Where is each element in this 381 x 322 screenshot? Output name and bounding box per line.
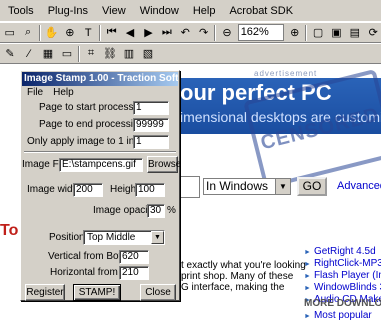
position-select[interactable]: Top Middle ▼	[83, 230, 165, 245]
image-stamp-dialog: Image Stamp 1.00 - Traction Software Fil…	[20, 70, 181, 301]
print-icon[interactable]: ▭	[2, 25, 17, 41]
download-link[interactable]: GetRight 4.5d	[304, 246, 381, 258]
main-toolbar: ▭ ⌕ ✋ ⊕ T ⏮ ◀ ▶ ⏭ ↶ ↷ ⊖ 162% ⊕ ▢ ▣ ▤ ⟳	[0, 22, 381, 43]
crop-tool-icon[interactable]: ⌗	[83, 46, 99, 62]
position-label: Position:	[49, 232, 88, 243]
more-downloads-heading: MORE DOWNLOA	[304, 298, 381, 309]
zoom-out-icon[interactable]: ⊖	[219, 25, 234, 41]
last-page-icon[interactable]: ⏭	[159, 25, 174, 41]
close-button[interactable]: Close	[140, 284, 176, 301]
position-select-value: Top Middle	[87, 232, 136, 243]
zoom-level-field[interactable]: 162%	[237, 24, 285, 41]
nth-input[interactable]: 1	[133, 135, 169, 149]
next-page-icon[interactable]: ▶	[141, 25, 156, 41]
article-line: t exactly what you're looking	[181, 260, 306, 271]
menu-tools[interactable]: Tools	[8, 5, 34, 17]
fit-page-icon[interactable]: ▣	[329, 25, 344, 41]
most-popular-link[interactable]: Most popular	[304, 310, 372, 321]
advanced-search-link[interactable]: Advanced S	[337, 180, 381, 192]
go-forward-icon[interactable]: ↷	[196, 25, 211, 41]
opacity-unit: %	[167, 205, 176, 216]
chevron-down-icon[interactable]: ▼	[151, 231, 164, 244]
horizontal-input[interactable]: 210	[119, 266, 149, 280]
dialog-title[interactable]: Image Stamp 1.00 - Traction Software	[22, 72, 178, 86]
article-line: print shop. Many of these	[181, 271, 294, 282]
height-input[interactable]: 100	[135, 183, 165, 197]
fit-width-icon[interactable]: ▤	[347, 25, 362, 41]
download-list: GetRight 4.5d RightClick-MP3 1. Flash Pl…	[304, 246, 381, 306]
zoom-in-icon[interactable]: ⊕	[287, 25, 302, 41]
hand-tool-icon[interactable]: ✋	[44, 25, 59, 41]
app-menubar: Tools Plug-Ins View Window Help Acrobat …	[0, 0, 381, 22]
line-tool-icon[interactable]: ∕	[21, 46, 37, 62]
menu-window[interactable]: Window	[140, 5, 179, 17]
select-text-icon[interactable]: T	[81, 25, 96, 41]
go-back-icon[interactable]: ↶	[178, 25, 193, 41]
note-tool-icon[interactable]: ▭	[59, 46, 75, 62]
pencil-icon[interactable]: ✎	[2, 46, 18, 62]
register-button[interactable]: Register	[25, 284, 65, 301]
menu-view[interactable]: View	[102, 5, 126, 17]
rotate-icon[interactable]: ⟳	[366, 25, 381, 41]
find-icon[interactable]: ⌕	[20, 25, 35, 41]
menu-plugins[interactable]: Plug-Ins	[48, 5, 88, 17]
prev-page-icon[interactable]: ◀	[122, 25, 137, 41]
edit-toolbar: ✎ ∕ ▦ ▭ ⌗ ⛓ ▥ ▧	[0, 43, 381, 64]
download-link[interactable]: Flash Player (Inter	[304, 270, 381, 282]
article-text: t exactly what you're looking print shop…	[181, 260, 306, 293]
first-page-icon[interactable]: ⏮	[104, 25, 119, 41]
article-tool-icon[interactable]: ▥	[121, 46, 137, 62]
opacity-input[interactable]: 30	[147, 204, 165, 218]
link-tool-icon[interactable]: ⛓	[102, 46, 118, 62]
os-select-value: In Windows	[206, 179, 269, 193]
section-heading: To	[0, 222, 19, 239]
image-file-input[interactable]: E:\stampcens.gif	[59, 158, 143, 172]
browse-button[interactable]: Browse	[147, 156, 181, 173]
go-button[interactable]: GO	[297, 177, 327, 196]
os-select[interactable]: In Windows ▼	[203, 178, 291, 195]
actual-size-icon[interactable]: ▢	[310, 25, 325, 41]
dialog-menu-file[interactable]: File	[27, 86, 43, 100]
zoom-tool-icon[interactable]: ⊕	[62, 25, 77, 41]
menu-acrobat-sdk[interactable]: Acrobat SDK	[229, 5, 293, 17]
stamp-button[interactable]: STAMP!	[73, 284, 121, 301]
ad-label: advertisement	[254, 69, 318, 78]
article-line: G interface, making the	[181, 282, 285, 293]
vertical-input[interactable]: 620	[119, 250, 149, 264]
stamp-tool-icon[interactable]: ▦	[40, 46, 56, 62]
chevron-down-icon[interactable]: ▼	[275, 179, 290, 194]
dialog-menu-help[interactable]: Help	[53, 86, 74, 100]
end-page-input[interactable]: 99999	[133, 118, 169, 132]
menu-help[interactable]: Help	[193, 5, 216, 17]
download-link[interactable]: WindowBlinds 3.1	[304, 282, 381, 294]
dialog-menubar: File Help	[22, 86, 178, 100]
start-page-input[interactable]: 1	[133, 101, 169, 115]
download-link[interactable]: RightClick-MP3 1.	[304, 258, 381, 270]
form-tool-icon[interactable]: ▧	[140, 46, 156, 62]
image-width-input[interactable]: 200	[73, 183, 103, 197]
search-box[interactable]	[178, 176, 200, 198]
